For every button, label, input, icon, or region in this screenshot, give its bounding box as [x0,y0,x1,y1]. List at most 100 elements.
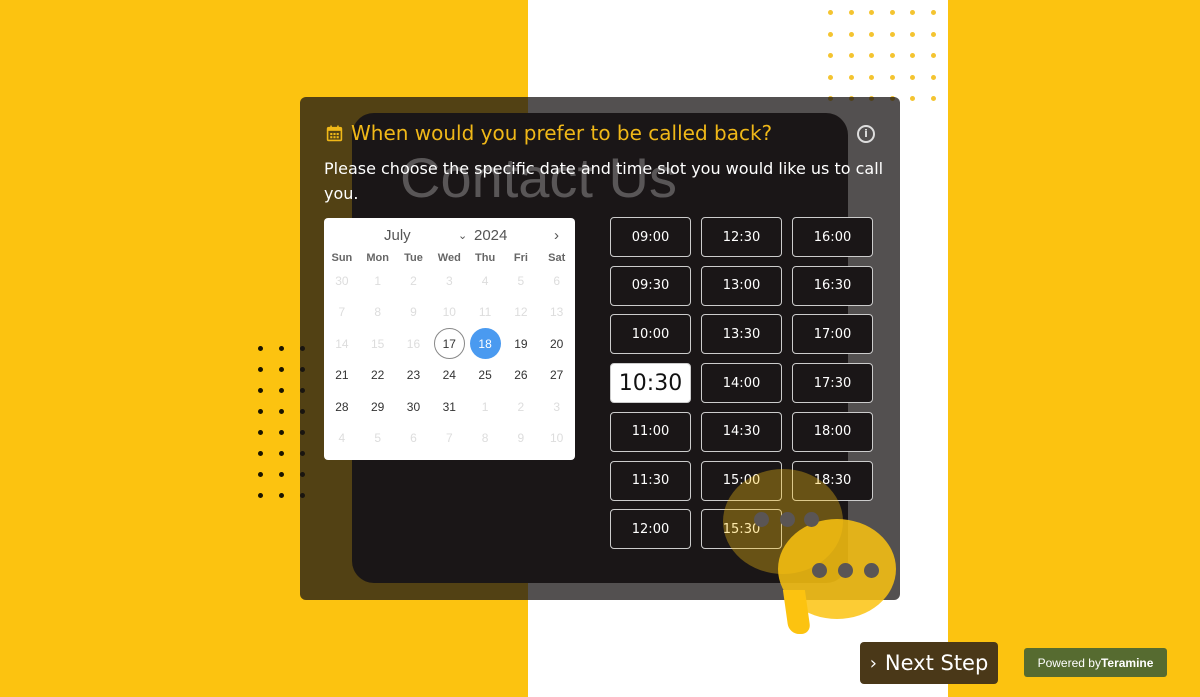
calendar-day[interactable]: 24 [431,360,467,392]
calendar-day[interactable]: 25 [467,360,503,392]
calendar-day[interactable]: 28 [324,391,360,423]
day-number: 3 [445,273,453,288]
bubble-dot [780,512,795,527]
year-select[interactable]: 2024 [474,227,507,244]
dot [930,74,936,80]
day-number: 12 [514,305,528,320]
dot [828,74,833,80]
dot [910,10,915,15]
calendar-day: 9 [396,297,432,329]
calendar-day[interactable]: 18 [467,328,503,360]
time-slot[interactable]: 09:30 [610,265,691,306]
bubble-dot [838,563,853,578]
calendar-icon [326,125,343,141]
calendar-day[interactable]: 20 [539,328,575,360]
calendar-day: 7 [431,423,467,455]
time-slot[interactable]: 09:00 [610,217,691,257]
day-number: 9 [517,431,525,446]
chevron-down-icon[interactable]: ⌄ [458,229,467,242]
dot [889,31,895,37]
time-slot[interactable]: 16:30 [792,265,873,306]
day-number: 1 [481,399,489,414]
time-slot[interactable]: 18:00 [792,411,873,452]
calendar-day[interactable]: 26 [503,360,539,392]
calendar-day[interactable]: 27 [539,360,575,392]
dot [930,31,936,37]
time-slot[interactable]: 10:00 [610,314,691,355]
time-slot[interactable]: 13:30 [701,314,782,355]
calendar-day[interactable]: 22 [360,360,396,392]
calendar-day: 1 [360,265,396,297]
calendar-day[interactable]: 29 [360,391,396,423]
info-icon[interactable]: i [857,125,875,143]
next-step-button[interactable]: › Next Step [860,642,998,684]
time-slot[interactable]: 16:00 [792,217,873,257]
dot [910,96,915,101]
time-slot[interactable]: 13:00 [701,265,782,306]
day-number: 1 [374,273,382,288]
dot [828,53,833,58]
day-number: 31 [442,399,456,414]
time-slot[interactable]: 17:30 [792,363,873,404]
calendar-day[interactable]: 31 [431,391,467,423]
day-number: 9 [410,305,417,320]
weekday-header: Tue [404,252,423,264]
powered-brand: Teramine [1100,655,1154,670]
time-slot[interactable]: 14:30 [701,411,782,452]
time-slot[interactable]: 11:30 [610,460,691,501]
page-title: When would you prefer to be called back? [326,121,772,145]
dot [258,367,263,372]
day-number: 15 [371,336,385,351]
time-slot[interactable]: 12:30 [701,217,782,257]
next-month-icon[interactable]: › [554,227,559,244]
dot [848,53,854,58]
dot [869,53,874,58]
calendar-day[interactable]: 19 [503,328,539,360]
day-number: 8 [481,431,489,446]
time-slot[interactable]: 14:00 [701,363,782,404]
calendar-day: 16 [396,328,432,360]
dot [279,451,284,456]
time-slot[interactable]: 10:30 [610,363,691,404]
day-number: 4 [481,273,489,288]
title-text: When would you prefer to be called back? [351,121,773,145]
calendar-day[interactable]: 30 [396,391,432,423]
time-slot[interactable]: 17:00 [792,314,873,355]
powered-by-badge[interactable]: Powered by Teramine [1024,648,1167,677]
weekday-header: Fri [513,252,528,264]
day-number: 26 [514,368,528,383]
bubble-dot [864,563,879,578]
time-slot[interactable]: 12:00 [610,509,691,550]
day-number: 13 [549,305,564,320]
calendar-day: 8 [360,297,396,329]
calendar-day: 5 [503,265,539,297]
dot [930,53,936,58]
calendar-day: 5 [360,423,396,455]
dot [930,96,936,101]
calendar-day[interactable]: 17 [431,328,467,360]
calendar-day: 1 [467,391,503,423]
calendar-day[interactable]: 23 [396,360,432,392]
day-number: 29 [371,399,385,414]
calendar-day: 4 [324,423,360,455]
time-slot[interactable]: 11:00 [610,411,691,452]
day-number: 14 [335,336,349,351]
dot [258,493,263,498]
calendar-day: 8 [467,423,503,455]
dot [910,53,915,58]
calendar-day[interactable]: 21 [324,360,360,392]
month-select[interactable]: July [384,227,411,244]
calendar-day: 10 [431,297,467,329]
day-number: 7 [445,431,453,446]
calendar-day: 2 [503,391,539,423]
calendar-day: 2 [396,265,432,297]
day-number: 4 [338,431,346,446]
subtitle: Please choose the specific date and time… [324,159,884,203]
day-number: 7 [338,305,346,320]
day-number: 25 [478,368,492,383]
day-number: 27 [549,368,564,383]
calendar-day: 15 [360,328,396,360]
day-number: 18 [469,328,501,360]
weekday-header: Mon [366,252,389,264]
dot [930,10,936,15]
